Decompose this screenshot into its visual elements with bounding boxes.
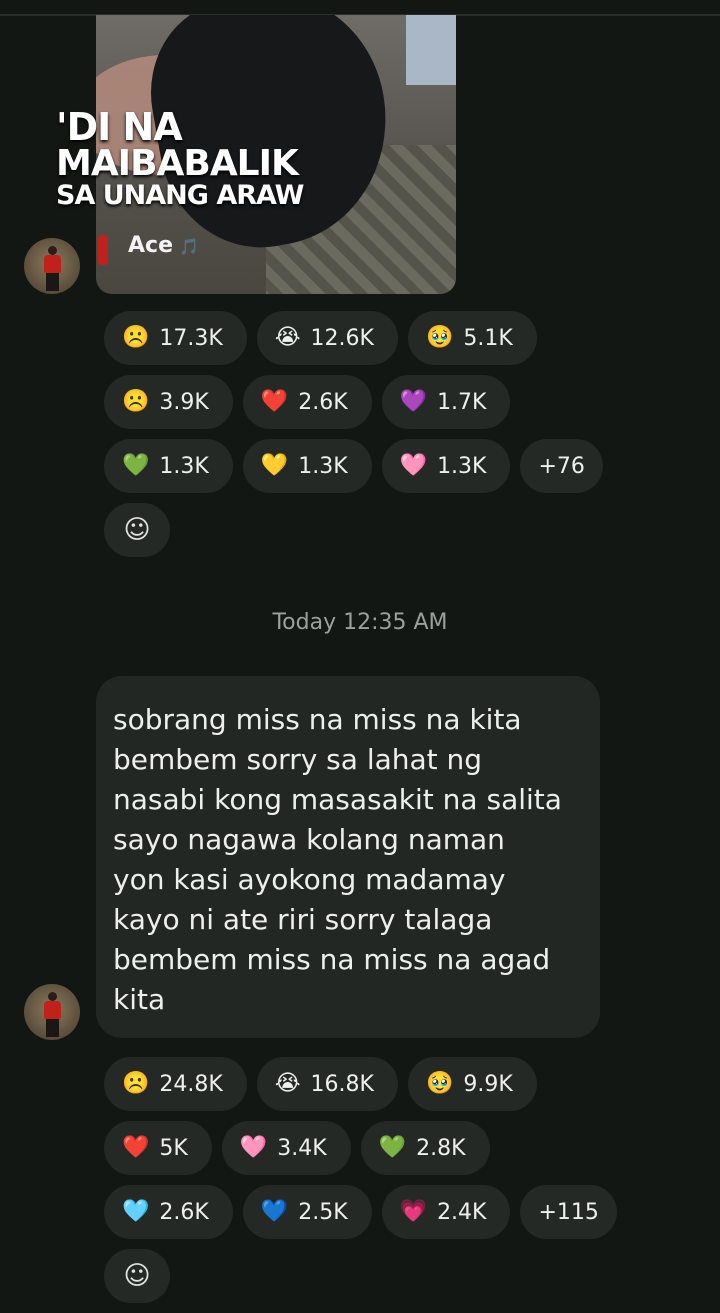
- reactions-group-1: ☹️ 17.3K 😭 12.6K 🥹 5.1K ☹️ 3.9K ❤️ 2.6K 💜 1.7K…: [104, 311, 603, 567]
- overlay-line-2: MAIBABALIK: [56, 143, 299, 184]
- reaction-chip[interactable]: 🩵 2.6K: [104, 1185, 233, 1239]
- crying-emoji-icon: 😭: [274, 1071, 301, 1096]
- reaction-chip[interactable]: 💜 1.7K: [381, 375, 511, 429]
- reaction-chip[interactable]: 💗 2.4K: [381, 1185, 511, 1239]
- message-line: kita: [113, 983, 166, 1016]
- message-line: sobrang miss na miss na kita: [113, 703, 522, 736]
- reaction-chip[interactable]: ☹️ 17.3K: [104, 311, 247, 365]
- reaction-chip[interactable]: 🥹 9.9K: [407, 1057, 537, 1111]
- growing-heart-icon: 💗: [399, 1199, 428, 1224]
- reaction-chip[interactable]: 😭 16.8K: [256, 1057, 398, 1111]
- more-reactions-button[interactable]: +115: [520, 1185, 617, 1239]
- frown-emoji-icon: ☹️: [122, 1071, 150, 1096]
- overlay-line-1: 'DI NA: [56, 105, 183, 149]
- reaction-chip[interactable]: 💙 2.5K: [242, 1185, 372, 1239]
- reaction-chip[interactable]: 💚 2.8K: [360, 1121, 490, 1175]
- message-line: sayo nagawa kolang naman: [113, 823, 505, 856]
- reaction-chip[interactable]: ❤️ 2.6K: [242, 375, 372, 429]
- light-blue-heart-icon: 🩵: [122, 1199, 150, 1224]
- pink-heart-icon: 🩷: [239, 1135, 268, 1160]
- reaction-chip[interactable]: 🩷 3.4K: [221, 1121, 351, 1175]
- reaction-chip[interactable]: ☹️ 3.9K: [104, 375, 233, 429]
- message-timestamp: Today 12:35 AM: [272, 610, 448, 635]
- purple-heart-icon: 💜: [399, 389, 428, 414]
- reaction-chip[interactable]: 💚 1.3K: [104, 439, 233, 493]
- blue-heart-icon: 💙: [260, 1199, 289, 1224]
- reaction-chip[interactable]: ❤️ 5K: [104, 1121, 212, 1175]
- message-line: kayo ni ate riri sorry talaga: [113, 903, 493, 936]
- music-note-icon: 🎵: [179, 237, 199, 256]
- teary-emoji-icon: 🥹: [425, 325, 454, 350]
- message-line: bembem miss na miss na agad: [113, 943, 551, 976]
- reaction-chip[interactable]: 💛 1.3K: [242, 439, 372, 493]
- teary-emoji-icon: 🥹: [425, 1071, 454, 1096]
- message-line: yon kasi ayokong madamay: [113, 863, 506, 896]
- add-reaction-icon[interactable]: ☺: [104, 503, 170, 557]
- red-heart-icon: ❤️: [122, 1135, 150, 1160]
- more-reactions-button[interactable]: +76: [520, 439, 603, 493]
- crying-emoji-icon: 😭: [274, 325, 301, 350]
- sender-avatar[interactable]: [24, 238, 80, 294]
- reaction-chip[interactable]: 🥹 5.1K: [407, 311, 537, 365]
- reaction-chip[interactable]: 😭 12.6K: [256, 311, 398, 365]
- message-line: nasabi kong masasakit na salita: [113, 783, 562, 816]
- post-author-name: Ace: [128, 233, 173, 258]
- message-bubble[interactable]: sobrang miss na miss na kita bembem sorr…: [96, 676, 600, 1038]
- overlay-line-3: SA UNANG ARAW: [56, 180, 304, 211]
- frown-emoji-icon: ☹️: [122, 325, 150, 350]
- frown-emoji-icon: ☹️: [122, 389, 150, 414]
- add-reaction-icon[interactable]: ☺: [104, 1249, 170, 1303]
- reaction-chip[interactable]: 🩷 1.3K: [381, 439, 511, 493]
- reaction-chip[interactable]: ☹️ 24.8K: [104, 1057, 247, 1111]
- pink-heart-icon: 🩷: [399, 453, 428, 478]
- red-heart-icon: ❤️: [260, 389, 289, 414]
- green-heart-icon: 💚: [122, 453, 150, 478]
- sender-avatar[interactable]: [24, 984, 80, 1040]
- message-line: bembem sorry sa lahat ng: [113, 743, 483, 776]
- yellow-heart-icon: 💛: [260, 453, 289, 478]
- post-overlay-title: 'DI NA MAIBABALIK SA UNANG ARAW: [56, 105, 304, 211]
- post-author-sign: Ace 🎵: [98, 233, 199, 265]
- green-heart-icon: 💚: [378, 1135, 407, 1160]
- reactions-group-2: ☹️ 24.8K 😭 16.8K 🥹 9.9K ❤️ 5K 🩷 3.4K 💚 2.8K 🩵 2…: [104, 1057, 617, 1313]
